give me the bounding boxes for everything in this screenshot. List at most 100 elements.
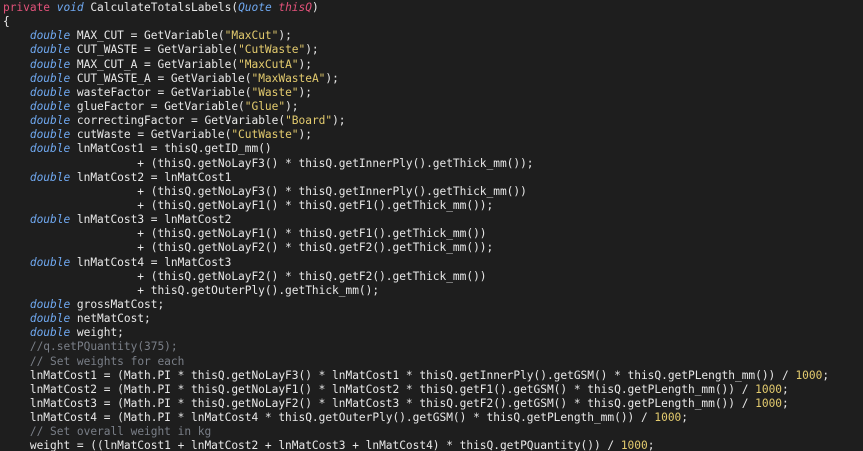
code-line: double glueFactor = GetVariable("Glue");	[3, 100, 863, 114]
keyword-token: private	[3, 1, 51, 14]
string-token: "MaxCut"	[224, 29, 279, 43]
type-token: double	[29, 99, 71, 113]
code-token: ;	[822, 368, 830, 382]
number-token: 1000	[755, 396, 783, 410]
code-token: lnMatCost2 = lnMatCost1	[70, 170, 232, 184]
type-token: double	[29, 43, 71, 57]
code-token: lnMatCost3 = (Math.PI * thisQ.getNoLayF2…	[3, 396, 756, 410]
code-line: lnMatCost2 = (Math.PI * thisQ.getNoLayF1…	[3, 383, 863, 397]
code-line: lnMatCost1 = (Math.PI * thisQ.getNoLayF3…	[3, 369, 863, 383]
type-token: double	[29, 255, 71, 269]
code-token: ;	[647, 439, 655, 451]
type-token: double	[29, 128, 71, 142]
code-line: double wasteFactor = GetVariable("Waste"…	[3, 86, 863, 100]
code-token: ;	[782, 382, 789, 396]
code-line: double lnMatCost1 = thisQ.getID_mm()	[3, 142, 863, 156]
code-token: weight;	[70, 326, 124, 340]
code-line: double cutWaste = GetVariable("CutWaste"…	[3, 128, 863, 142]
code-token: weight = ((lnMatCost1 + lnMatCost2 + lnM…	[3, 439, 621, 451]
type-token: double	[29, 297, 71, 311]
code-token: lnMatCost1 = thisQ.getID_mm()	[70, 142, 272, 156]
code-token: correctingFactor = GetVariable(	[70, 114, 286, 128]
number-token: 1000	[654, 411, 682, 425]
code-token: ;	[681, 411, 688, 425]
code-line: {	[3, 15, 863, 29]
code-token: );	[325, 71, 339, 85]
code-line: + (thisQ.getNoLayF1() * thisQ.getF1().ge…	[3, 227, 863, 241]
code-token: lnMatCost4 = (Math.PI * lnMatCost4 * thi…	[3, 411, 655, 425]
type-token: void	[56, 1, 84, 14]
code-token: + (thisQ.getNoLayF2() * thisQ.getF2().ge…	[3, 241, 494, 255]
code-token: CUT_WASTE = GetVariable(	[70, 43, 239, 57]
code-token: );	[305, 43, 319, 57]
string-token: "Board"	[285, 114, 333, 128]
string-token: "CutWaste"	[231, 128, 299, 142]
code-token: wasteFactor = GetVariable(	[70, 85, 252, 99]
comment-token: //q.setPQuantity(375);	[29, 340, 178, 354]
code-line: double grossMatCost;	[3, 298, 863, 312]
code-line: double lnMatCost3 = lnMatCost2	[3, 213, 863, 227]
code-line: double CUT_WASTE_A = GetVariable("MaxWas…	[3, 72, 863, 86]
code-line: double lnMatCost2 = lnMatCost1	[3, 171, 863, 185]
code-token: ;	[782, 396, 789, 410]
code-line: double MAX_CUT = GetVariable("MaxCut");	[3, 29, 863, 43]
number-token: 1000	[620, 439, 648, 451]
type-token: double	[29, 29, 71, 43]
code-token: {	[3, 15, 10, 29]
code-token: CUT_WASTE_A = GetVariable(	[70, 71, 252, 85]
code-line: //q.setPQuantity(375);	[3, 340, 863, 354]
type-token: double	[29, 57, 71, 71]
code-editor[interactable]: private void CalculateTotalsLabels(Quote…	[0, 0, 863, 451]
type-token: double	[29, 326, 71, 340]
string-token: "MaxWasteA"	[251, 71, 326, 85]
code-token: + (thisQ.getNoLayF1() * thisQ.getF1().ge…	[3, 227, 487, 241]
code-token: MAX_CUT = GetVariable(	[70, 29, 225, 43]
code-token: + (thisQ.getNoLayF2() * thisQ.getF2().ge…	[3, 269, 487, 283]
type-token: double	[29, 85, 71, 99]
param-token: thisQ	[278, 1, 312, 14]
code-line: + (thisQ.getNoLayF3() * thisQ.getInnerPl…	[3, 157, 863, 171]
comment-token: // Set overall weight in kg	[29, 425, 212, 439]
code-line: lnMatCost3 = (Math.PI * thisQ.getNoLayF2…	[3, 397, 863, 411]
code-token: );	[298, 85, 312, 99]
code-token: CalculateTotalsLabels(	[83, 1, 239, 14]
code-token: );	[298, 128, 312, 142]
code-token: glueFactor = GetVariable(	[70, 99, 245, 113]
code-token: lnMatCost4 = lnMatCost3	[70, 255, 232, 269]
code-token: + thisQ.getOuterPly().getThick_mm();	[3, 283, 380, 297]
code-token: MAX_CUT_A = GetVariable(	[70, 57, 239, 71]
code-token: lnMatCost1 = (Math.PI * thisQ.getNoLayF3…	[3, 368, 796, 382]
code-token: );	[278, 29, 292, 43]
code-token: + (thisQ.getNoLayF3() * thisQ.getInnerPl…	[3, 156, 534, 170]
code-line: double netMatCost;	[3, 312, 863, 326]
code-line: + (thisQ.getNoLayF1() * thisQ.getF1().ge…	[3, 199, 863, 213]
type-token: double	[29, 71, 71, 85]
code-token: cutWaste = GetVariable(	[70, 128, 232, 142]
number-token: 1000	[755, 382, 783, 396]
code-line: double MAX_CUT_A = GetVariable("MaxCutA"…	[3, 58, 863, 72]
code-token: );	[285, 99, 299, 113]
code-token: )	[311, 1, 319, 14]
code-token: + (thisQ.getNoLayF1() * thisQ.getF1().ge…	[3, 198, 494, 212]
code-line: + (thisQ.getNoLayF2() * thisQ.getF2().ge…	[3, 241, 863, 255]
string-token: "CutWaste"	[238, 43, 306, 57]
code-line: lnMatCost4 = (Math.PI * lnMatCost4 * thi…	[3, 411, 863, 425]
code-token: );	[298, 57, 312, 71]
code-line: double correctingFactor = GetVariable("B…	[3, 114, 863, 128]
type-token: double	[29, 170, 71, 184]
code-line: + (thisQ.getNoLayF3() * thisQ.getInnerPl…	[3, 185, 863, 199]
